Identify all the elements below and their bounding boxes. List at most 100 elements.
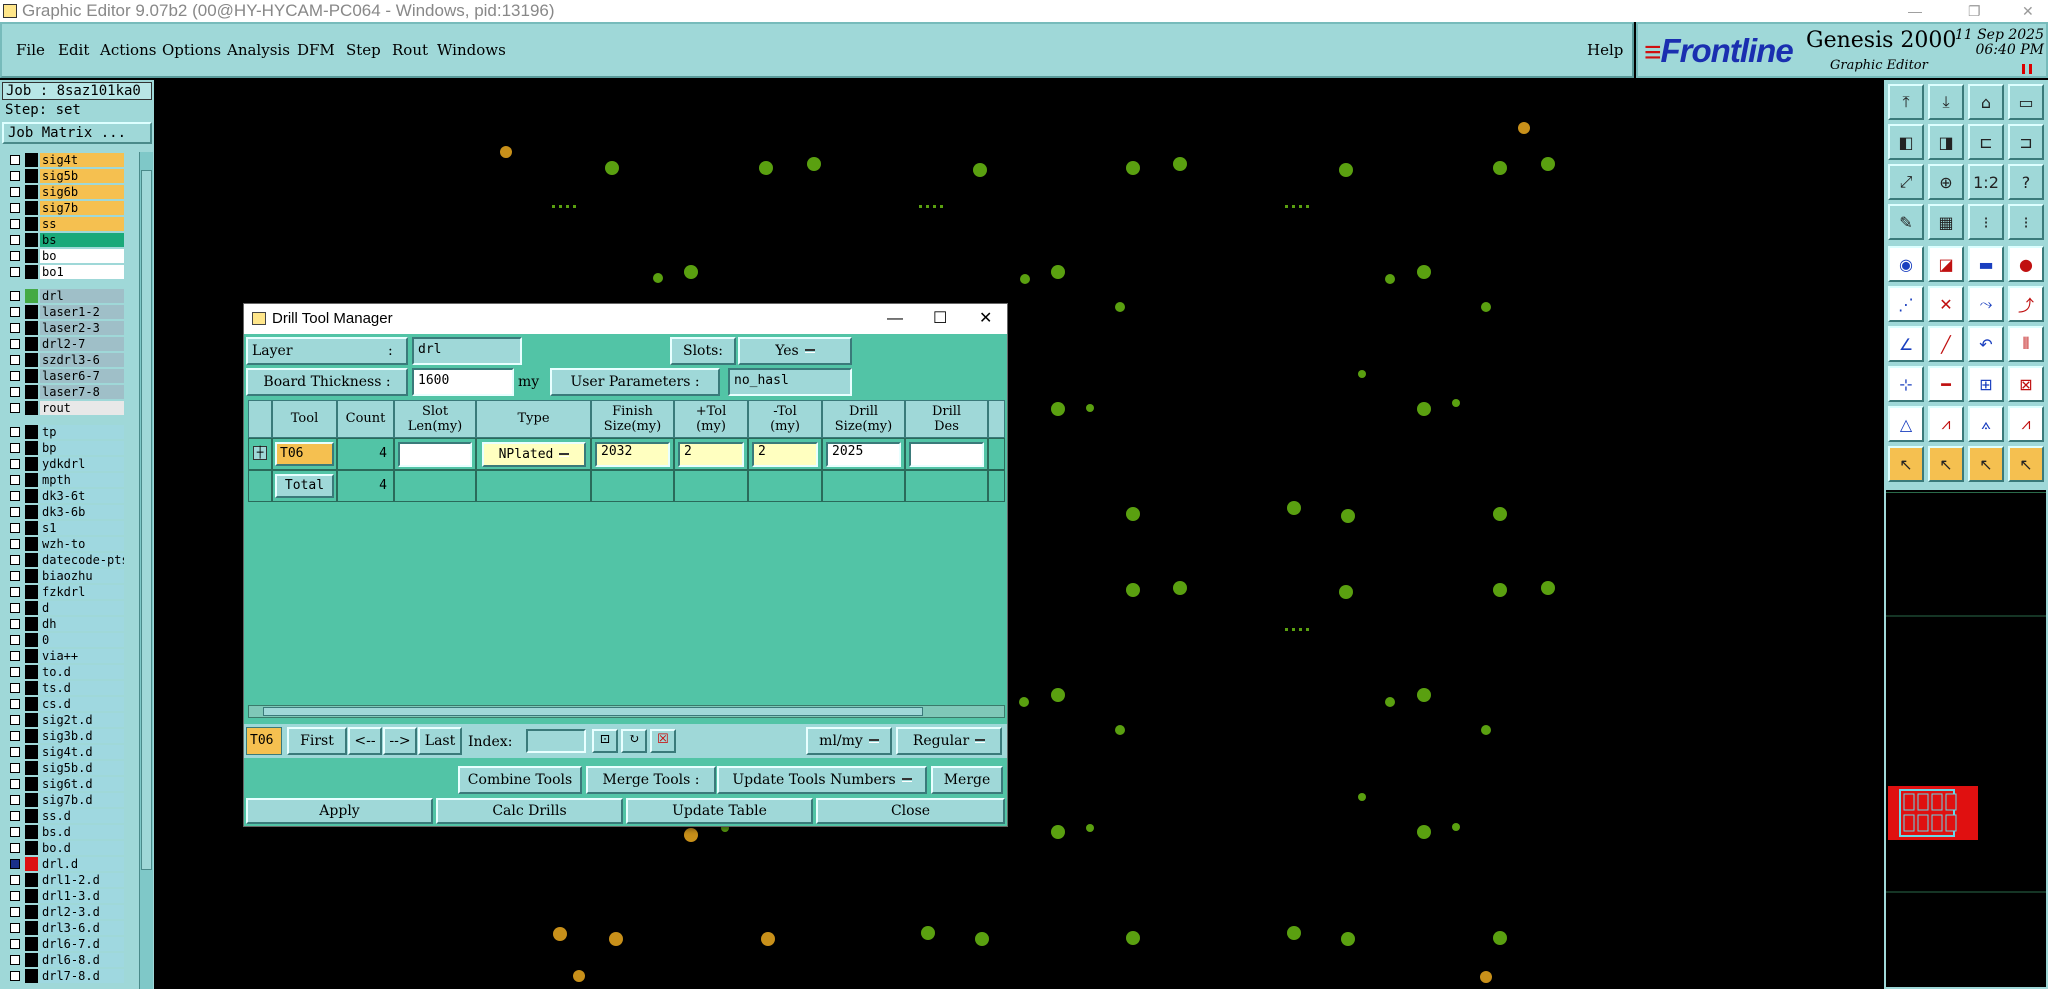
box-icon[interactable]: ⊞ [1968, 366, 2004, 402]
layer-row[interactable]: bp [0, 440, 126, 456]
layer-row[interactable]: sig4t [0, 152, 126, 168]
menu-actions[interactable]: Actions [100, 41, 156, 59]
layer-swatch[interactable] [25, 441, 38, 455]
layer-swatch[interactable] [25, 505, 38, 519]
layer-row[interactable]: sig2t.d [0, 712, 126, 728]
connect-icon[interactable]: ⋰ [1888, 286, 1924, 322]
layer-name[interactable]: d [40, 601, 124, 615]
measure-icon[interactable]: ✎ [1888, 204, 1924, 240]
layer-checkbox[interactable] [10, 427, 20, 437]
layer-name[interactable]: bo.d [40, 841, 124, 855]
layer-name[interactable]: ss [40, 217, 124, 231]
layer-checkbox[interactable] [10, 507, 20, 517]
layer-row[interactable]: sig6b [0, 184, 126, 200]
layer-checkbox[interactable] [10, 523, 20, 533]
layer-name[interactable]: bs.d [40, 825, 124, 839]
layer-checkbox[interactable] [10, 859, 20, 869]
layer-row[interactable]: laser1-2 [0, 304, 126, 320]
prev-icon[interactable]: ◧ [1888, 124, 1924, 160]
calc-drills-button[interactable]: Calc Drills [436, 798, 623, 824]
layer-checkbox[interactable] [10, 323, 20, 333]
triangle3-icon[interactable]: ⟑ [1968, 406, 2004, 442]
layer-name[interactable]: drl1-2.d [40, 873, 124, 887]
layer-checkbox[interactable] [10, 571, 20, 581]
layer-swatch[interactable] [25, 537, 38, 551]
layer-name[interactable]: sig6b [40, 185, 124, 199]
layer-swatch[interactable] [25, 969, 38, 983]
layer-checkbox[interactable] [10, 923, 20, 933]
layer-name[interactable]: drl7-8.d [40, 969, 124, 983]
layer-swatch[interactable] [25, 553, 38, 567]
layer-row[interactable]: sig7b [0, 200, 126, 216]
layer-name[interactable]: drl1-3.d [40, 889, 124, 903]
query-icon[interactable]: ? [2008, 164, 2044, 200]
snap-icon[interactable]: ⊏ [1968, 124, 2004, 160]
layer-name[interactable]: laser2-3 [40, 321, 124, 335]
layer-swatch[interactable] [25, 681, 38, 695]
layer-row[interactable]: via++ [0, 648, 126, 664]
layer-swatch[interactable] [25, 809, 38, 823]
layer-swatch[interactable] [25, 665, 38, 679]
layer-swatch[interactable] [25, 729, 38, 743]
layer-name[interactable]: drl6-7.d [40, 937, 124, 951]
layer-swatch[interactable] [25, 921, 38, 935]
layer-row[interactable]: ss.d [0, 808, 126, 824]
layer-checkbox[interactable] [10, 667, 20, 677]
merge-mode-dropdown[interactable]: Update Tools Numbers [717, 766, 927, 794]
table-hscrollbar[interactable] [248, 705, 1005, 718]
layer-swatch[interactable] [25, 857, 38, 871]
layer-name[interactable]: sig4t.d [40, 745, 124, 759]
layer-checkbox[interactable] [10, 307, 20, 317]
layer-name[interactable]: mpth [40, 473, 124, 487]
circle-icon[interactable]: ● [2008, 246, 2044, 282]
units-dropdown[interactable]: ml/my [806, 727, 892, 755]
blocks-icon[interactable]: ⊠ [2008, 366, 2044, 402]
menu-step[interactable]: Step [346, 41, 381, 59]
layer-row[interactable]: drl.d [0, 856, 126, 872]
layer-swatch[interactable] [25, 649, 38, 663]
layer-row[interactable]: tp [0, 424, 126, 440]
layer-row[interactable]: laser6-7 [0, 368, 126, 384]
triangle2-icon[interactable]: ⩘ [1928, 406, 1964, 442]
window-icon[interactable]: ▭ [2008, 84, 2044, 120]
ruler-icon[interactable]: ▬ [1968, 246, 2004, 282]
layer-field[interactable]: drl [412, 337, 522, 365]
prev-button[interactable]: <-- [348, 727, 382, 755]
layer-checkbox[interactable] [10, 155, 20, 165]
layer-row[interactable]: rout [0, 400, 126, 416]
close-button[interactable]: Close [816, 798, 1005, 824]
layer-checkbox[interactable] [10, 355, 20, 365]
drill-des-input[interactable] [909, 442, 984, 467]
node-icon[interactable]: ⤴ [2008, 286, 2044, 322]
layer-name[interactable]: via++ [40, 649, 124, 663]
home-icon[interactable]: ⌂ [1968, 84, 2004, 120]
layer-checkbox[interactable] [10, 603, 20, 613]
layer-swatch[interactable] [25, 289, 38, 303]
layer-checkbox[interactable] [10, 635, 20, 645]
combine-tools-button[interactable]: Combine Tools [458, 766, 582, 794]
layer-checkbox[interactable] [10, 907, 20, 917]
layer-name[interactable]: drl3-6.d [40, 921, 124, 935]
menu-analysis[interactable]: Analysis [227, 41, 290, 59]
highlight2-icon[interactable]: ⁝ [2008, 204, 2044, 240]
grid-icon[interactable]: ▦ [1928, 204, 1964, 240]
layer-checkbox[interactable] [10, 731, 20, 741]
layer-row[interactable]: mpth [0, 472, 126, 488]
layer-swatch[interactable] [25, 937, 38, 951]
layer-swatch[interactable] [25, 905, 38, 919]
layer-name[interactable]: cs.d [40, 697, 124, 711]
slots-dropdown[interactable]: Yes [738, 337, 852, 365]
layer-checkbox[interactable] [10, 171, 20, 181]
layer-row[interactable]: s1 [0, 520, 126, 536]
layer-swatch[interactable] [25, 601, 38, 615]
apply-button[interactable]: Apply [246, 798, 433, 824]
layer-checkbox[interactable] [10, 203, 20, 213]
layer-checkbox[interactable] [10, 339, 20, 349]
menu-options[interactable]: Options [162, 41, 221, 59]
layer-name[interactable]: rout [40, 401, 124, 415]
layer-row[interactable]: bs [0, 232, 126, 248]
move-icon[interactable]: ⤳ [1968, 286, 2004, 322]
layer-name[interactable]: s1 [40, 521, 124, 535]
layer-checkbox[interactable] [10, 891, 20, 901]
layer-checkbox[interactable] [10, 955, 20, 965]
